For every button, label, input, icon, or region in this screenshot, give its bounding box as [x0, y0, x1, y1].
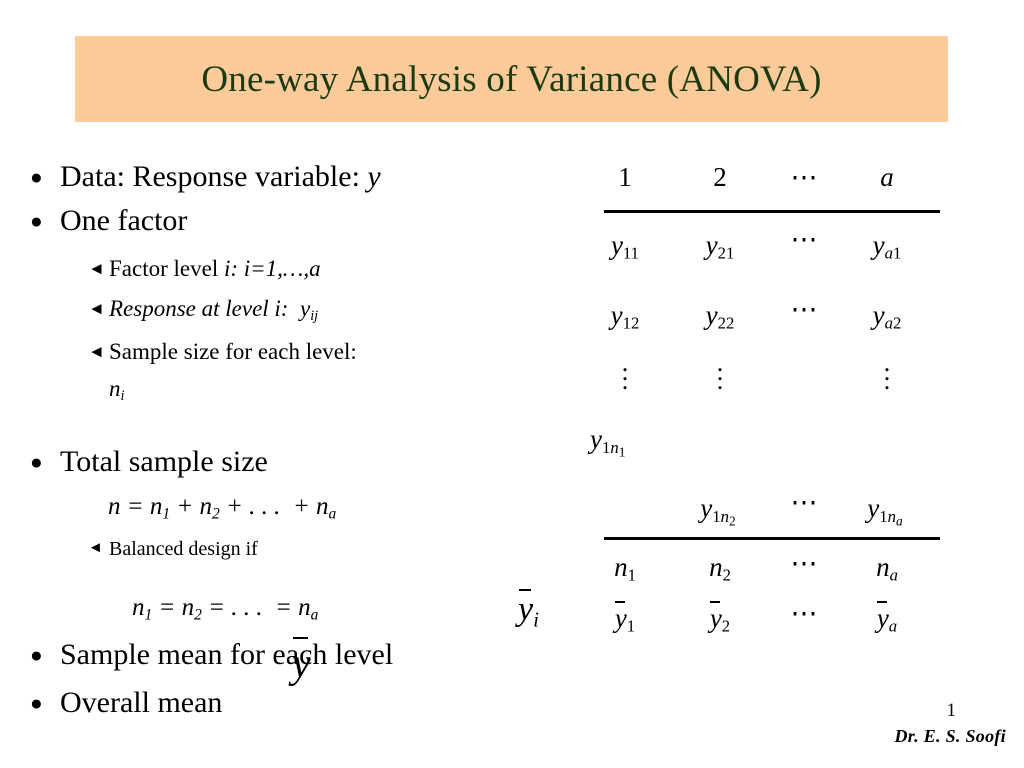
table-cell: y12 — [610, 300, 640, 333]
table-header-cell: a — [880, 162, 894, 192]
response-symbol: yij — [299, 296, 319, 324]
bullet-filled-circle-icon: ● — [30, 209, 43, 233]
table-cell: y1n1 — [590, 424, 626, 460]
table-cell: y2 — [709, 600, 731, 636]
table-summary-rule — [604, 537, 940, 540]
table-header-cell: 2 — [713, 162, 727, 192]
table-cell: y1na — [867, 493, 903, 529]
list-item-label: Sample mean for each level — [60, 638, 394, 671]
table-cell: n2 — [709, 552, 731, 585]
group-mean-symbol: yi — [518, 588, 539, 632]
table-cell: ya2 — [872, 300, 902, 333]
factor-level-math: i: i=1,…,a — [223, 256, 321, 281]
balanced-design-formula: n1 = n2 = . . . = na — [132, 594, 319, 624]
list-item: ● Data: Response variable: y — [30, 160, 381, 194]
list-item: ◄ Response at level i: yij — [88, 295, 318, 330]
list-item-label: Balanced design if — [109, 538, 258, 560]
list-item: ◄ Sample size for each level: — [88, 338, 357, 365]
list-item-label: One factor — [60, 204, 188, 237]
list-item-label: Data: Response variable: y — [60, 160, 381, 193]
list-item: ● One factor — [30, 204, 187, 238]
total-sample-size-formula: n = n1 + n2 + . . . + na — [108, 493, 337, 523]
list-item-label: Sample size for each level: — [109, 339, 357, 364]
left-triangle-bullet-icon: ◄ — [88, 259, 105, 278]
list-item: ◄ Factor level i: i=1,…,a — [88, 255, 321, 282]
table-cell: y21 — [705, 230, 735, 263]
table-header-rule — [604, 210, 940, 213]
table-row-ellipsis: ⋯ — [790, 598, 820, 628]
list-item: ● Total sample size — [30, 445, 268, 479]
table-header-ellipsis: ⋯ — [790, 162, 820, 192]
table-cell: y1n2 — [700, 493, 736, 529]
author-credit: Dr. E. S. Soofi — [894, 726, 1006, 746]
table-header-cell: 1 — [618, 162, 632, 192]
list-item-label: Response at level i: yij — [109, 296, 319, 324]
table-cell: y1 — [614, 600, 636, 636]
sample-size-symbol: ni — [109, 376, 125, 404]
page-title: One-way Analysis of Variance (ANOVA) — [201, 58, 822, 100]
table-cell: na — [876, 552, 898, 585]
left-triangle-bullet-icon: ◄ — [88, 540, 103, 556]
table-row-ellipsis: ⋯ — [790, 294, 820, 324]
table-row-ellipsis: ⋯ — [790, 548, 820, 578]
left-triangle-bullet-icon: ◄ — [88, 342, 105, 361]
anova-data-table: 1 2 ⋯ a y11 y21 ⋯ ya1 y12 y22 ⋯ ya2 ... … — [590, 162, 952, 662]
table-cell: y22 — [705, 300, 735, 333]
table-column-vertical-ellipsis: ... — [883, 348, 891, 395]
overall-mean-symbol: y — [292, 636, 311, 688]
list-item: ◄ Balanced design if — [88, 536, 258, 563]
list-item-label: Overall mean — [60, 686, 223, 719]
response-variable-symbol: y — [367, 160, 381, 193]
list-item-label: Total sample size — [60, 445, 268, 478]
bullet-list: ● Data: Response variable: y ● One facto… — [0, 160, 560, 730]
page-number: 1 — [946, 700, 957, 721]
slide-title-banner: One-way Analysis of Variance (ANOVA) — [75, 36, 948, 122]
bullet-filled-circle-icon: ● — [30, 450, 43, 474]
table-cell: n1 — [614, 552, 636, 585]
table-row-ellipsis: ⋯ — [790, 224, 820, 254]
bullet-filled-circle-icon: ● — [30, 165, 43, 189]
table-cell: y11 — [610, 230, 640, 263]
list-item-label: Factor level i: i=1,…,a — [109, 256, 321, 281]
list-item: ● Overall mean — [30, 686, 222, 720]
table-column-vertical-ellipsis: ... — [621, 348, 629, 395]
left-triangle-bullet-icon: ◄ — [88, 299, 105, 318]
table-row-ellipsis: ⋯ — [790, 487, 820, 517]
table-cell: ya — [876, 600, 898, 636]
table-cell: ya1 — [872, 230, 902, 263]
list-item: ● Sample mean for each level — [30, 638, 393, 672]
bullet-filled-circle-icon: ● — [30, 643, 43, 667]
table-column-vertical-ellipsis: ... — [716, 348, 724, 395]
bullet-filled-circle-icon: ● — [30, 691, 43, 715]
